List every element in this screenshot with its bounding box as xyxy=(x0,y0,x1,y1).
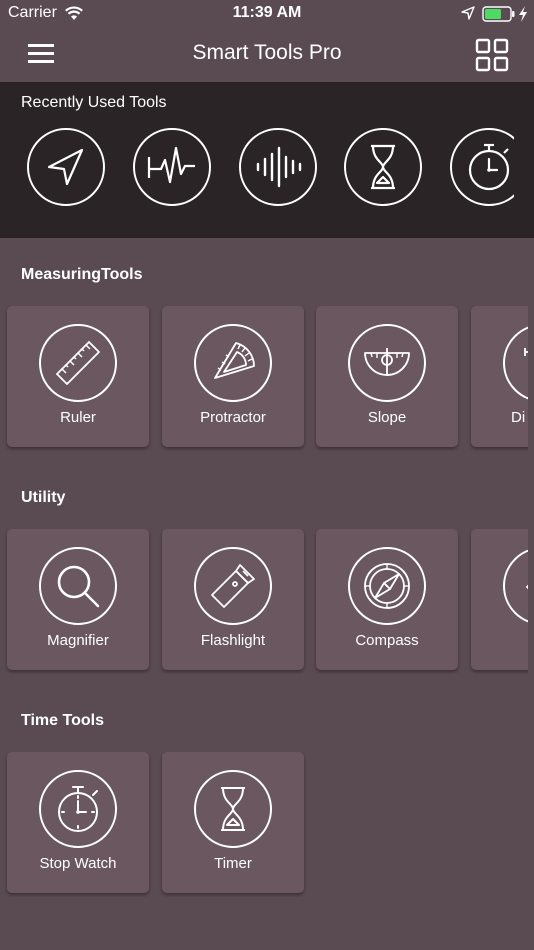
tool-label-distance: Di xyxy=(511,409,526,426)
measuring-tools-heading: MeasuringTools xyxy=(21,266,143,283)
magnifier-icon-circle xyxy=(39,547,117,625)
tool-card-ruler[interactable]: Ruler xyxy=(7,306,149,447)
compass-icon xyxy=(364,563,410,609)
slope-icon xyxy=(364,348,410,376)
flashlight-icon-circle xyxy=(194,547,272,625)
recently-used-list[interactable] xyxy=(0,128,514,208)
time-tools-row: Stop Watch Timer xyxy=(0,752,528,897)
tool-card-stopwatch[interactable]: Stop Watch xyxy=(7,752,149,893)
tool-card-flashlight[interactable]: Flashlight xyxy=(162,529,304,670)
partial-icon-circle xyxy=(503,547,528,625)
tool-label-flashlight: Flashlight xyxy=(200,632,266,649)
stopwatch-icon xyxy=(58,786,98,832)
recently-used-panel: Recently Used Tools xyxy=(0,82,534,238)
tool-card-compass[interactable]: Compass xyxy=(316,529,458,670)
navigation-arrow-icon xyxy=(47,148,84,186)
status-time: 11:39 AM xyxy=(232,4,302,21)
location-arrow-icon xyxy=(461,6,475,20)
hourglass-icon xyxy=(221,787,245,831)
seismometer-wave-icon xyxy=(147,146,195,184)
stopwatch-icon-circle xyxy=(39,770,117,848)
magnifier-icon xyxy=(57,565,100,608)
time-tools-heading: Time Tools xyxy=(21,712,104,729)
tool-card-magnifier[interactable]: Magnifier xyxy=(7,529,149,670)
utility-row: Magnifier Flashlight Compass xyxy=(0,529,528,674)
measuring-tools-row: Ruler Protractor Slope Di xyxy=(0,306,528,451)
ruler-icon-circle xyxy=(39,324,117,402)
tool-label-timer: Timer xyxy=(214,855,252,872)
recent-timer-button[interactable] xyxy=(344,128,422,206)
flashlight-icon xyxy=(211,564,255,608)
protractor-icon-circle xyxy=(194,324,272,402)
sound-wave-icon xyxy=(256,146,302,188)
tool-label-stopwatch: Stop Watch xyxy=(39,855,117,872)
recent-stopwatch-button[interactable] xyxy=(450,128,514,206)
tool-card-timer[interactable]: Timer xyxy=(162,752,304,893)
tool-label-magnifier: Magnifier xyxy=(47,632,109,649)
tool-label-slope: Slope xyxy=(367,409,407,426)
hourglass-icon xyxy=(371,144,395,190)
tool-label-compass: Compass xyxy=(355,632,419,649)
tool-label-protractor: Protractor xyxy=(200,409,266,426)
tool-card-distance[interactable]: Di xyxy=(471,306,528,447)
recent-seismometer-button[interactable] xyxy=(133,128,211,206)
protractor-icon xyxy=(214,342,255,379)
recent-navigation-button[interactable] xyxy=(27,128,105,206)
tool-label-ruler: Ruler xyxy=(60,409,96,426)
battery-icon xyxy=(482,6,515,22)
grid-view-icon[interactable] xyxy=(474,38,510,72)
app-title: Smart Tools Pro xyxy=(192,41,342,64)
partial-tool-icon xyxy=(525,584,528,590)
distance-icon xyxy=(524,348,528,356)
compass-icon-circle xyxy=(348,547,426,625)
ruler-icon xyxy=(56,341,100,385)
distance-icon-circle xyxy=(503,324,528,402)
tool-card-slope[interactable]: Slope xyxy=(316,306,458,447)
recently-used-heading: Recently Used Tools xyxy=(21,94,167,111)
charging-bolt-icon xyxy=(519,6,527,22)
recent-sound-meter-button[interactable] xyxy=(239,128,317,206)
utility-heading: Utility xyxy=(21,489,66,506)
tool-card-partial[interactable] xyxy=(471,529,528,670)
nav-bar: Smart Tools Pro xyxy=(0,28,534,82)
status-bar: Carrier 11:39 AM xyxy=(0,0,534,28)
tool-card-protractor[interactable]: Protractor xyxy=(162,306,304,447)
stopwatch-icon xyxy=(468,143,510,191)
hourglass-icon-circle xyxy=(194,770,272,848)
slope-icon-circle xyxy=(348,324,426,402)
